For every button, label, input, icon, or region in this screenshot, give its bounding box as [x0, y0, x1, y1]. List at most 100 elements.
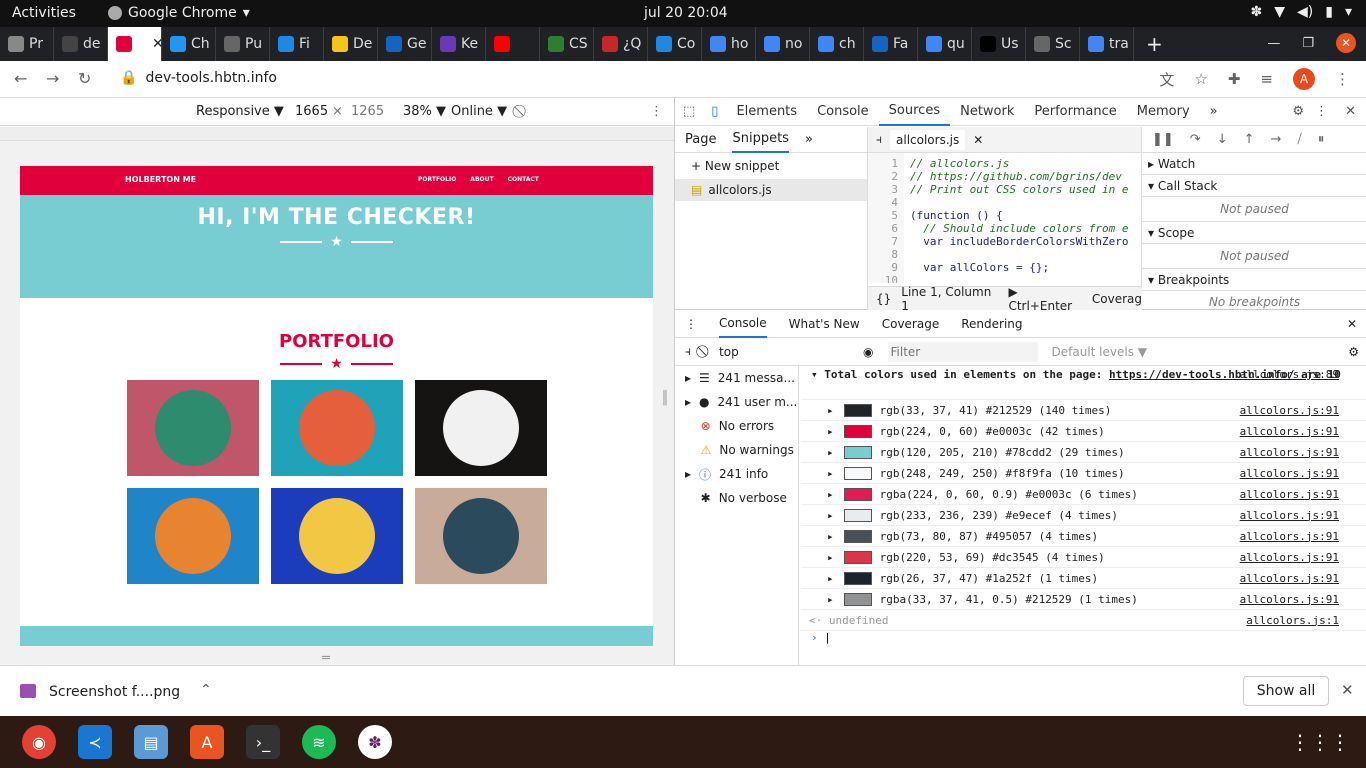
console-prompt[interactable]: › | — [801, 631, 1366, 653]
source-link[interactable]: allcolors.js:91 — [1240, 530, 1339, 543]
console-row[interactable]: ▸ rgb(73, 80, 87) #495057 (4 times) allcol… — [801, 526, 1366, 547]
filter-input[interactable] — [887, 341, 1038, 362]
drawer-tab-console[interactable]: Console — [719, 310, 767, 338]
browser-tab[interactable]: tra — [1080, 27, 1134, 61]
console-row[interactable]: ▸ rgb(220, 53, 69) #dc3545 (4 times) allco… — [801, 547, 1366, 568]
console-row[interactable]: ▸ rgb(233, 236, 239) #e9ecef (4 times) all… — [801, 505, 1366, 526]
code-line[interactable]: // https://github.com/bgrins/dev — [910, 170, 1130, 183]
source-link[interactable]: allcolors.js:91 — [1240, 446, 1339, 459]
browser-tab[interactable]: ✕ — [108, 27, 162, 61]
console-row[interactable]: ▸ rgba(33, 37, 41, 0.5) #212529 (1 times)… — [801, 589, 1366, 610]
expand-icon[interactable]: ▸ — [801, 404, 834, 417]
more-options-icon[interactable]: ⋮ — [1315, 104, 1328, 119]
volume-icon[interactable]: ◀) — [1297, 4, 1313, 20]
section-scope[interactable]: ▾ Scope — [1142, 222, 1366, 244]
browser-tab[interactable]: Pr — [0, 27, 54, 61]
files-icon[interactable]: ▤ — [134, 725, 168, 759]
browser-tab[interactable]: Us — [972, 27, 1026, 61]
tab-elements[interactable]: Elements — [726, 104, 807, 119]
browser-tab[interactable]: de — [54, 27, 108, 61]
sidebar-toggle-icon[interactable]: ⫞ — [685, 344, 691, 359]
close-window-button[interactable]: ✕ — [1336, 33, 1356, 53]
activities-button[interactable]: Activities — [12, 5, 76, 21]
app-menu[interactable]: Google Chrome ▾ — [108, 5, 250, 21]
step-into-icon[interactable]: ↓ — [1217, 132, 1228, 147]
resize-handle-bottom[interactable]: ═ — [322, 651, 330, 666]
code-line[interactable] — [910, 248, 1130, 261]
battery-icon[interactable]: ▮ — [1325, 4, 1333, 20]
source-link[interactable]: allcolors.js:1 — [1246, 614, 1339, 627]
source-link[interactable]: allcolors.js:91 — [1240, 509, 1339, 522]
extensions-icon[interactable]: ✚ — [1228, 70, 1241, 88]
browser-tab[interactable]: Ke — [432, 27, 486, 61]
portfolio-tile[interactable] — [270, 488, 403, 584]
close-drawer-icon[interactable]: ✕ — [1347, 317, 1357, 331]
browser-tab[interactable]: ch — [810, 27, 864, 61]
run-snippet-button[interactable]: ▶ Ctrl+Enter — [1008, 285, 1081, 313]
console-row[interactable]: ▸ rgb(26, 37, 47) #1a252f (1 times) allcol… — [801, 568, 1366, 589]
new-tab-button[interactable]: + — [1146, 32, 1163, 56]
slack-tray-icon[interactable]: ✽ — [1251, 4, 1263, 20]
console-row[interactable]: ▸ rgb(33, 37, 41) #212529 (140 times) allc… — [801, 400, 1366, 421]
tab-console[interactable]: Console — [807, 104, 879, 119]
nav-tab-snippets[interactable]: Snippets — [732, 126, 789, 153]
section-call-stack[interactable]: ▾ Call Stack — [1142, 175, 1366, 197]
pretty-print-icon[interactable]: {} — [876, 292, 891, 306]
step-icon[interactable]: → — [1271, 132, 1282, 147]
close-devtools-icon[interactable]: ✕ — [1345, 104, 1356, 119]
expand-icon[interactable]: ▸ — [801, 530, 834, 543]
tab-performance[interactable]: Performance — [1024, 104, 1126, 119]
close-tab-icon[interactable]: ✕ — [152, 36, 161, 52]
device-mode-select[interactable]: Responsive ▼ — [196, 104, 284, 119]
clock[interactable]: jul 20 20:04 — [644, 5, 728, 21]
more-options-icon[interactable]: ⋮ — [650, 104, 663, 119]
tab-network[interactable]: Network — [950, 104, 1024, 119]
nav-link-about[interactable]: ABOUT — [470, 176, 493, 183]
app-grid-icon[interactable]: ⋮⋮⋮ — [1290, 730, 1350, 754]
browser-tab[interactable]: Fa — [864, 27, 918, 61]
source-link[interactable]: allcolors.js:91 — [1240, 425, 1339, 438]
portfolio-tile[interactable] — [414, 488, 547, 584]
address-bar[interactable]: 🔒 dev-tools.hbtn.info — [120, 70, 277, 86]
source-link[interactable]: allcolors.js:89 — [1240, 368, 1339, 381]
translate-icon[interactable]: 文 — [1159, 69, 1174, 90]
nav-tab-more[interactable]: » — [805, 132, 813, 147]
minimize-button[interactable]: — — [1267, 36, 1280, 51]
tab-memory[interactable]: Memory — [1127, 104, 1200, 119]
tab-sources[interactable]: Sources — [878, 98, 951, 126]
new-snippet-button[interactable]: + New snippet — [675, 153, 867, 179]
back-icon[interactable]: ← — [14, 69, 27, 88]
pause-icon[interactable]: ❚❚ — [1152, 132, 1174, 147]
expand-icon[interactable]: ▸ — [801, 467, 834, 480]
expand-icon[interactable]: ▸ — [801, 572, 834, 585]
sidebar-verbose[interactable]: ✱ No verbose — [675, 486, 798, 510]
context-select[interactable]: top — [719, 345, 849, 359]
editor-file-tab[interactable]: allcolors.js — [890, 129, 966, 150]
site-brand[interactable]: HOLBERTON ME — [125, 175, 196, 184]
expand-icon[interactable]: ▸ — [801, 488, 834, 501]
browser-tab[interactable]: Sc — [1026, 27, 1080, 61]
reload-icon[interactable]: ↻ — [78, 69, 91, 88]
height-input[interactable]: 1265 — [351, 104, 384, 119]
inspect-icon[interactable]: ⬚ — [675, 104, 703, 119]
code-line[interactable] — [910, 274, 1130, 283]
device-toggle-icon[interactable]: ▯ — [703, 104, 726, 119]
drawer-menu-icon[interactable]: ⋮ — [685, 317, 697, 331]
portfolio-tile[interactable] — [414, 380, 547, 476]
section-watch[interactable]: ▸ Watch — [1142, 153, 1366, 175]
menu-icon[interactable]: ⋮ — [1335, 70, 1350, 88]
vscode-icon[interactable]: ≺ — [78, 725, 112, 759]
sidebar-user-messages[interactable]: ▸ ● 241 user m... — [675, 390, 798, 414]
terminal-icon[interactable]: ›_ — [246, 725, 280, 759]
browser-tab[interactable]: ho — [702, 27, 756, 61]
browser-tab[interactable]: qu — [918, 27, 972, 61]
browser-tab[interactable]: CS — [540, 27, 594, 61]
forward-icon[interactable]: → — [46, 69, 59, 88]
eye-icon[interactable]: ◉ — [863, 345, 873, 359]
source-link[interactable]: allcolors.js:91 — [1240, 488, 1339, 501]
expand-icon[interactable]: ▸ — [801, 593, 834, 606]
expand-icon[interactable]: ▸ — [801, 551, 834, 564]
sidebar-warnings[interactable]: ⚠ No warnings — [675, 438, 798, 462]
expand-icon[interactable]: ▸ — [801, 509, 834, 522]
drawer-tab-whats-new[interactable]: What's New — [789, 317, 860, 331]
